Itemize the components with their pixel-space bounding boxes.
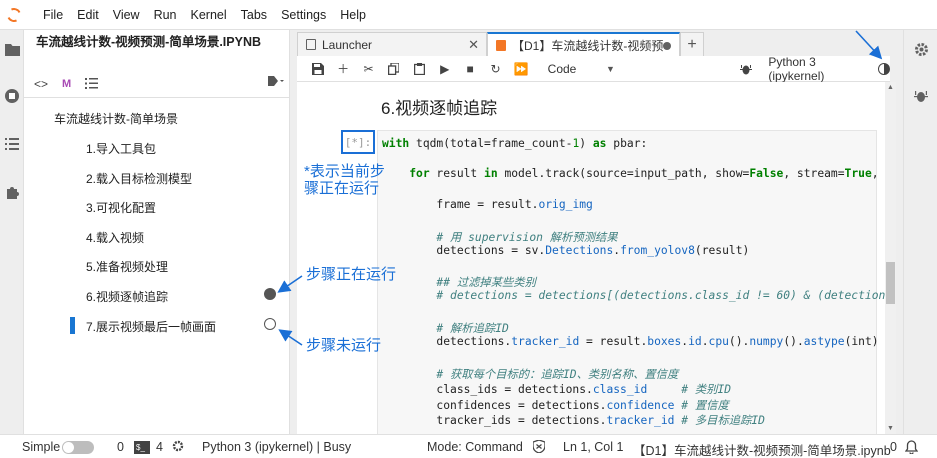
kernel-count[interactable]: 4	[156, 440, 163, 454]
terminal-count[interactable]: 0	[117, 440, 124, 454]
simple-mode-toggle[interactable]	[62, 441, 94, 454]
annotation-arrows	[277, 30, 883, 346]
bell-icon[interactable]	[904, 440, 919, 457]
notebook-mode: Mode: Command	[427, 440, 523, 454]
jupyterlab-window: File Edit View Run Kernel Tabs Settings …	[0, 0, 937, 458]
cursor-position[interactable]: Ln 1, Col 1	[563, 440, 623, 454]
annotation-star-running: *表示当前步骤正在运行	[304, 163, 385, 197]
simple-mode-label: Simple	[22, 440, 61, 454]
status-bar: Simple 0 $_ 4 Python 3 (ipykernel) | Bus…	[0, 434, 937, 458]
trust-shield-icon[interactable]	[532, 439, 546, 456]
status-filename: 【D1】车流越线计数-视频预测-简单场景.ipynb	[633, 444, 891, 458]
annotation-step-running: 步骤正在运行	[306, 266, 397, 283]
annotation-step-not-run: 步骤未运行	[306, 337, 382, 354]
kernel-gear-icon[interactable]	[172, 440, 184, 455]
kernel-status[interactable]: Python 3 (ipykernel) | Busy	[202, 440, 351, 454]
notification-count[interactable]: 0	[890, 440, 897, 454]
terminal-icon[interactable]: $_	[134, 441, 150, 454]
